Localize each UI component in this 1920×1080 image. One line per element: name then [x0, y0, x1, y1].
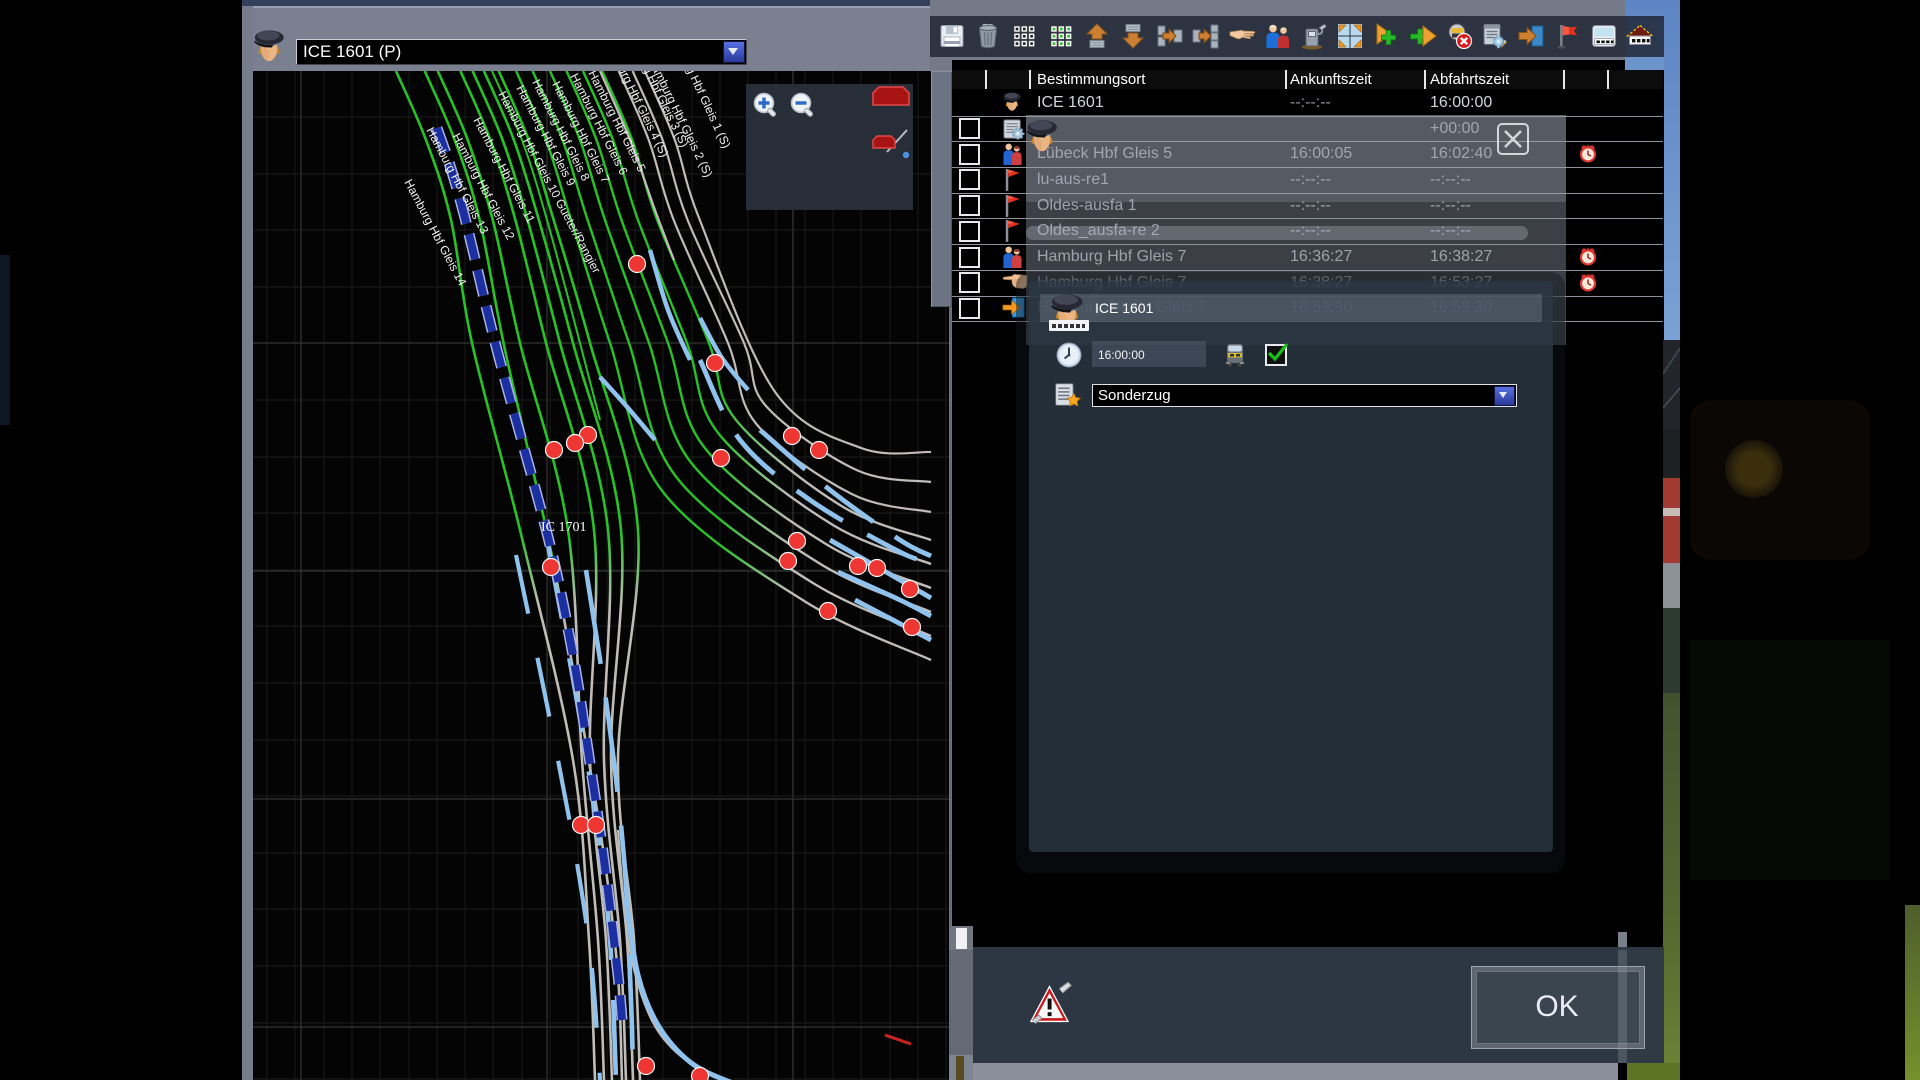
svg-text:IC 1701: IC 1701: [541, 520, 587, 535]
